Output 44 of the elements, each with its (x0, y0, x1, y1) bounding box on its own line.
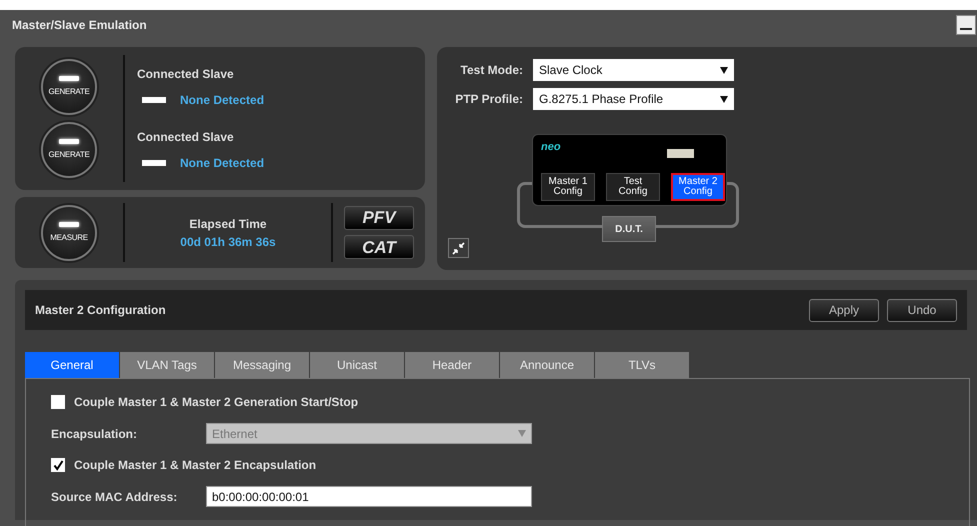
minimize-button[interactable] (956, 15, 976, 35)
dropdown[interactable]: Slave Clock (533, 59, 734, 81)
slave-heading: Connected Slave (137, 66, 235, 83)
panel-title: Master 2 Configuration (35, 302, 166, 319)
caret-icon (720, 96, 728, 102)
field-label: PTP Profile: (454, 91, 524, 108)
checkbox-label: Couple Master 1 & Master 2 Generation Start/Stop (74, 394, 358, 411)
round-button[interactable]: GENERATE (41, 122, 97, 178)
text-field[interactable]: b0:00:00:00:00:01 (206, 486, 532, 507)
tab[interactable]: Announce (500, 352, 594, 378)
dut-button[interactable]: D.U.T. (602, 216, 656, 242)
slave-status: None Detected (180, 92, 264, 109)
tab[interactable]: General (25, 352, 119, 378)
tab[interactable]: TLVs (595, 352, 689, 378)
logo-button[interactable]: PFV (344, 206, 414, 230)
field-label: Encapsulation: (51, 426, 138, 442)
tab[interactable]: Header (405, 352, 499, 378)
round-button[interactable]: GENERATE (41, 58, 97, 115)
device-light (667, 149, 694, 158)
logo-button[interactable]: CAT (344, 235, 414, 260)
action-button[interactable]: Apply (809, 298, 879, 322)
tab[interactable]: Unicast (310, 352, 404, 378)
device-logo: neo (541, 140, 561, 155)
dropdown[interactable]: G.8275.1 Phase Profile (533, 88, 734, 110)
round-button[interactable]: MEASURE (41, 204, 97, 260)
caret-icon (518, 430, 526, 437)
port-button[interactable]: Master 1 Config (541, 173, 595, 201)
field-label: Source MAC Address: (51, 488, 178, 506)
slave-heading: Connected Slave (137, 129, 235, 146)
port-button[interactable]: Master 2 Config (671, 173, 725, 201)
port-button[interactable]: Test Config (606, 173, 660, 201)
caret-icon (720, 66, 728, 74)
slave-status: None Detected (180, 155, 264, 172)
tab[interactable]: VLAN Tags (120, 352, 214, 378)
action-button[interactable]: Undo (887, 298, 957, 322)
elapsed-time: 00d 01h 36m 36s (180, 234, 276, 250)
tab[interactable]: Messaging (215, 352, 309, 378)
checkbox[interactable] (51, 458, 65, 472)
window-title: Master/Slave Emulation (12, 17, 147, 34)
field-label: Test Mode: (460, 62, 524, 79)
elapsed-heading: Elapsed Time (189, 216, 267, 232)
collapse-button[interactable] (448, 238, 469, 258)
checkbox[interactable] (51, 395, 65, 409)
checkbox-label: Couple Master 1 & Master 2 Encapsulation (74, 457, 316, 474)
